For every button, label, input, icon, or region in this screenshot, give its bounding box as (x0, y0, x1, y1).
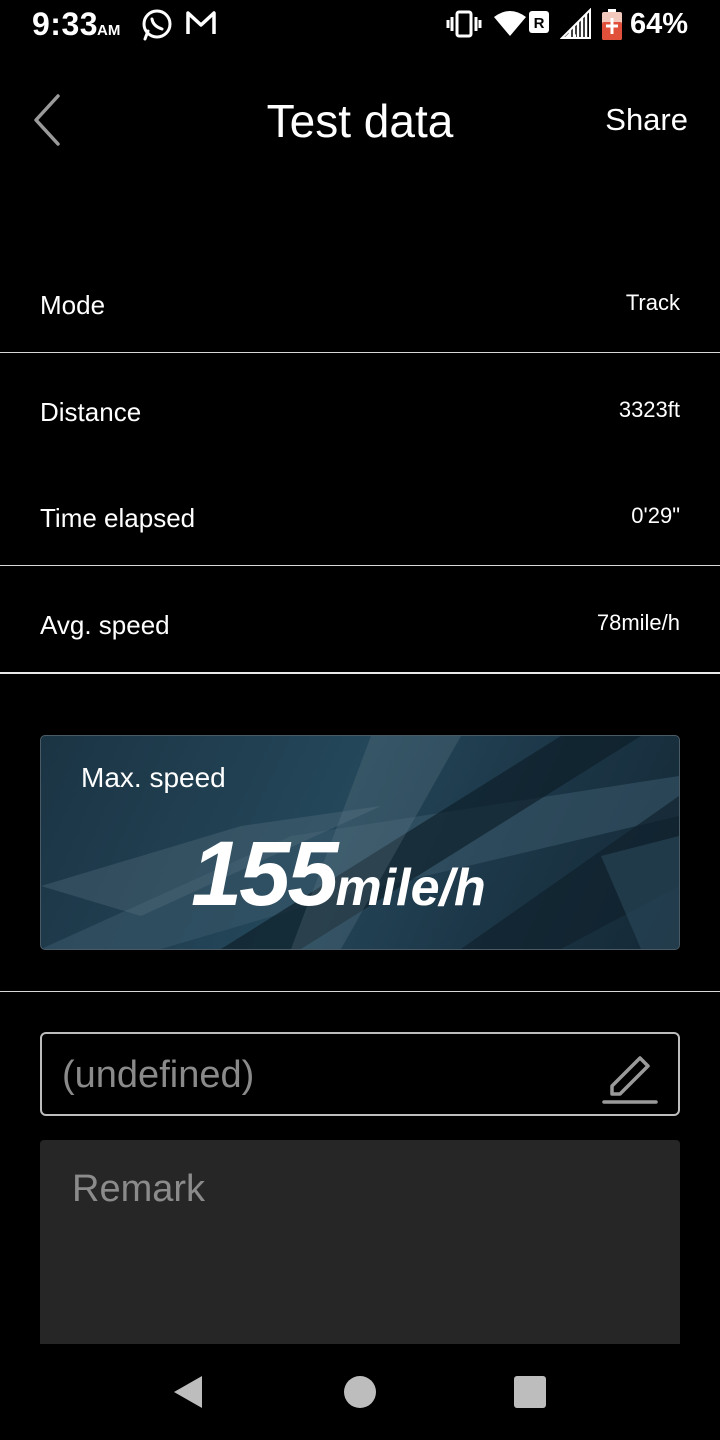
header: Test data Share (0, 70, 720, 170)
row-value: 0'29" (631, 503, 680, 528)
gmail-icon (186, 11, 216, 34)
signal-icon (560, 8, 591, 39)
row-value: 3323ft (618, 397, 680, 422)
max-speed-unit: mile/h (335, 859, 486, 917)
share-button[interactable]: Share (605, 102, 688, 138)
battery-icon (602, 9, 622, 40)
wifi-icon (494, 11, 526, 36)
remark-placeholder: Remark (72, 1168, 206, 1210)
row-label: Distance (40, 397, 142, 427)
max-speed-card: Max. speed 155mile/h (40, 735, 680, 950)
divider (0, 565, 720, 566)
pencil-icon[interactable] (600, 1046, 660, 1106)
record-name-value[interactable]: (undefined) (62, 1054, 254, 1097)
row-value: Track (625, 290, 680, 315)
max-speed-label: Max. speed (81, 762, 226, 793)
svg-text:R: R (534, 15, 545, 32)
whatsapp-icon (142, 9, 172, 41)
remark-textarea[interactable]: Remark (40, 1140, 680, 1344)
status-ampm: AM (97, 22, 121, 39)
recents-square-icon[interactable] (512, 1374, 548, 1410)
divider (0, 672, 720, 674)
divider (0, 991, 720, 992)
max-speed-value: 155mile/h (191, 822, 486, 927)
home-circle-icon[interactable] (342, 1374, 378, 1410)
record-name-field[interactable]: (undefined) (40, 1032, 680, 1116)
battery-percent: 64% (630, 8, 689, 40)
status-time: 9:33 (32, 6, 99, 42)
row-value: 78mile/h (596, 610, 680, 635)
back-triangle-icon[interactable] (172, 1374, 206, 1410)
row-label: Avg. speed (40, 610, 170, 640)
divider (0, 352, 720, 353)
vibrate-icon (446, 10, 482, 38)
row-label: Time elapsed (40, 503, 196, 533)
roaming-icon: R (529, 11, 549, 33)
max-speed-number: 155 (191, 823, 338, 925)
row-label: Mode (40, 290, 106, 320)
navigation-bar (0, 1344, 720, 1440)
status-bar: 9:33 AM R 64% (0, 0, 720, 50)
